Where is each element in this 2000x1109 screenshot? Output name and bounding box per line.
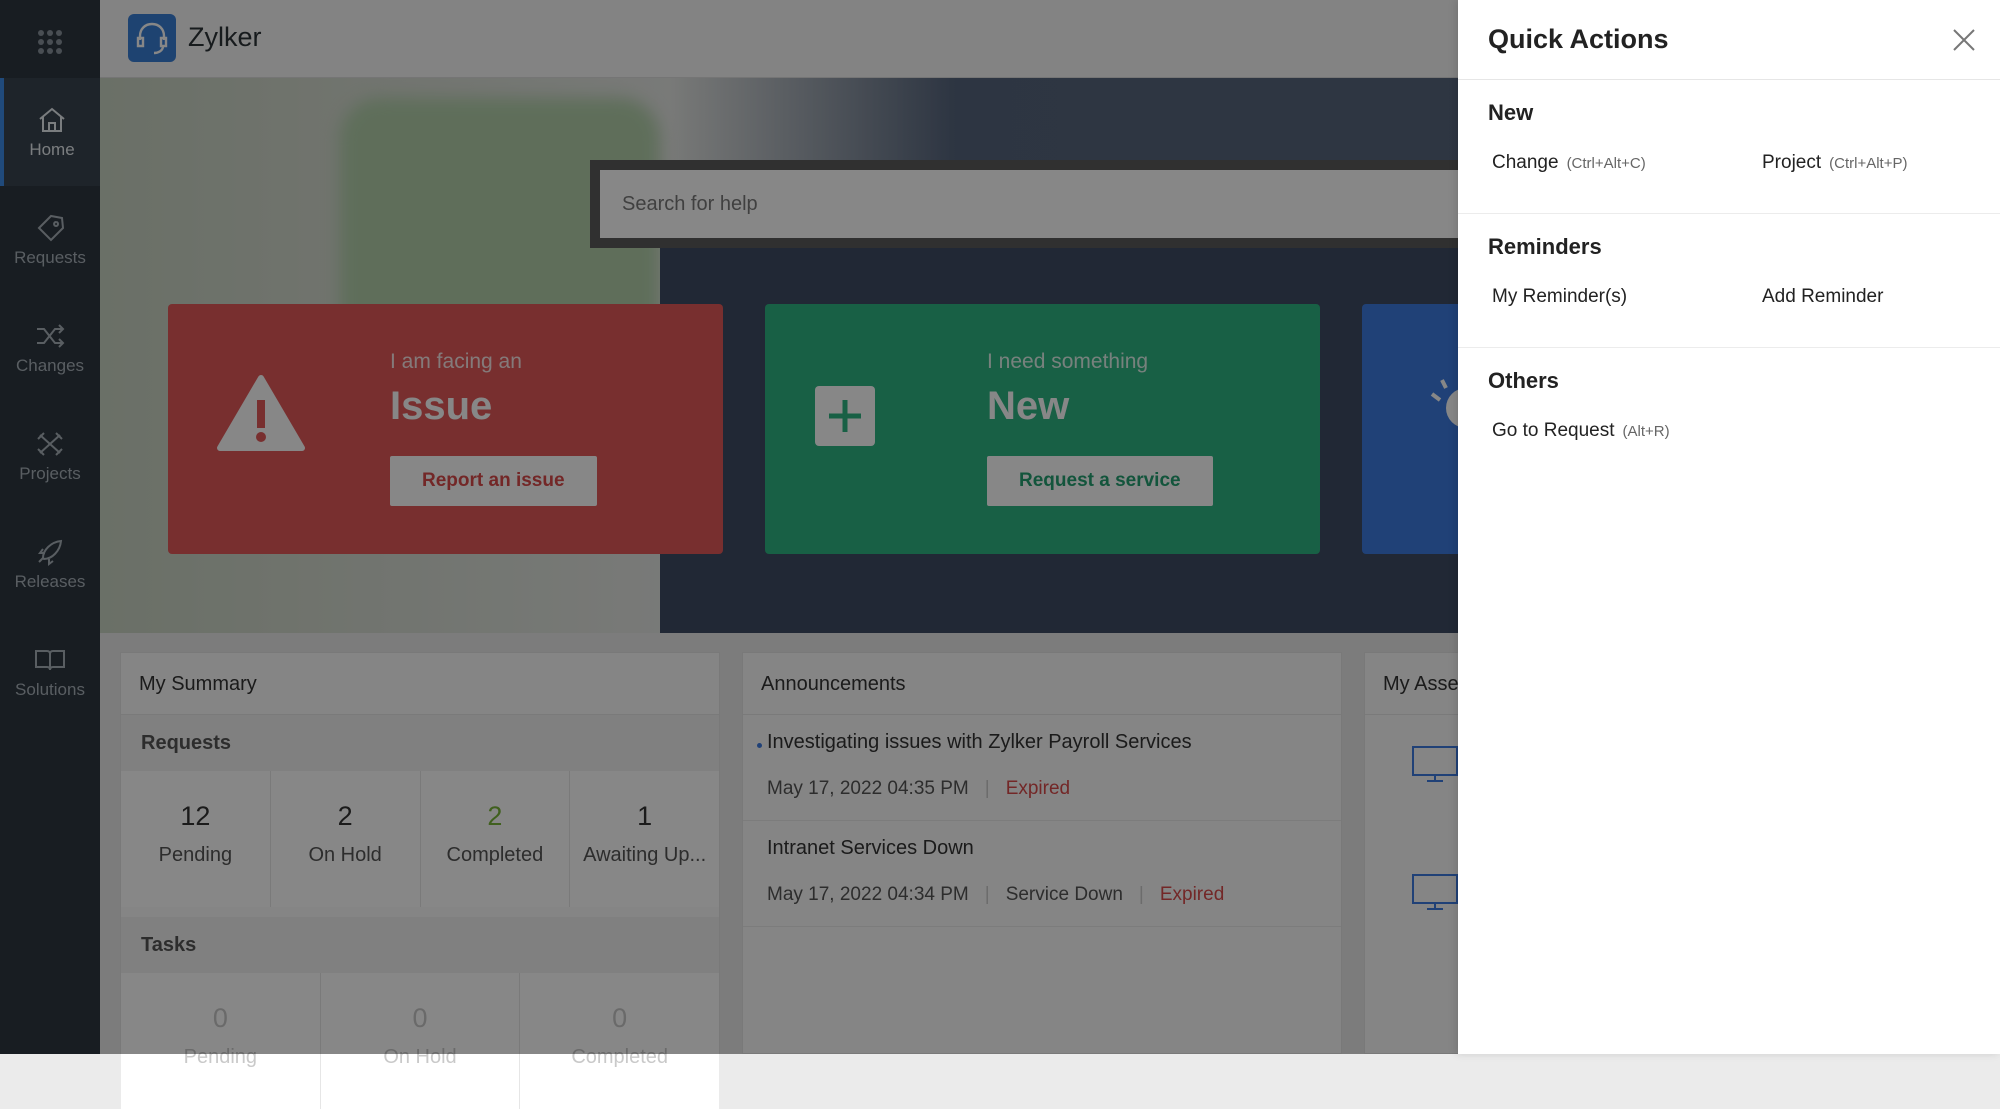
drawer-title: Quick Actions (1488, 24, 1669, 54)
action-label: Add Reminder (1762, 286, 1884, 307)
action-my-reminders[interactable]: My Reminder(s) (1492, 286, 1627, 308)
action-label: Go to Request (1492, 420, 1615, 441)
action-new-project[interactable]: Project (Ctrl+Alt+P) (1762, 152, 1908, 174)
action-go-to-request[interactable]: Go to Request (Alt+R) (1492, 420, 1670, 442)
action-label: My Reminder(s) (1492, 286, 1628, 307)
section-heading: Others (1488, 368, 1559, 393)
action-shortcut: (Alt+R) (1622, 423, 1670, 440)
action-label: Project (1762, 152, 1822, 173)
section-reminders: Reminders My Reminder(s) Add Reminder (1458, 214, 2000, 348)
section-new: New Change (Ctrl+Alt+C) Project (Ctrl+Alt+… (1458, 80, 2000, 214)
close-icon[interactable] (1950, 26, 1978, 54)
section-heading: Reminders (1488, 234, 1602, 259)
action-shortcut: (Ctrl+Alt+P) (1829, 155, 1908, 172)
action-label: Change (1492, 152, 1559, 173)
action-new-change[interactable]: Change (Ctrl+Alt+C) (1492, 152, 1646, 174)
drawer-header: Quick Actions (1458, 0, 2000, 80)
section-heading: New (1488, 100, 1534, 125)
section-others: Others Go to Request (Alt+R) (1458, 348, 2000, 482)
modal-backdrop[interactable] (0, 0, 1458, 1054)
action-shortcut: (Ctrl+Alt+C) (1566, 155, 1646, 172)
action-add-reminder[interactable]: Add Reminder (1762, 286, 1883, 308)
quick-actions-drawer: Quick Actions New Change (Ctrl+Alt+C) Pro… (1458, 0, 2000, 1054)
